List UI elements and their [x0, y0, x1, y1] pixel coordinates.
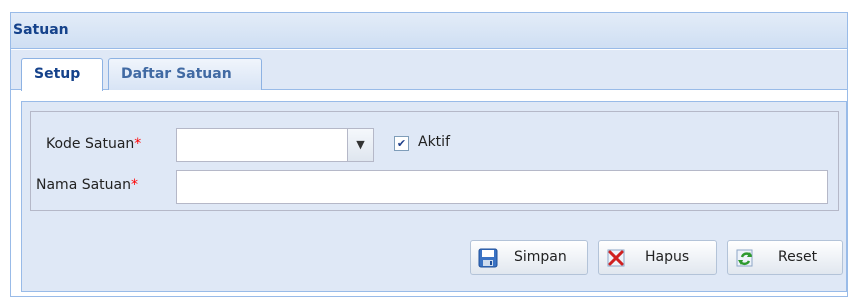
nama-satuan-label: Nama Satuan*	[36, 177, 138, 193]
kode-satuan-label-text: Kode Satuan	[46, 136, 135, 152]
satuan-panel: Satuan Setup Daftar Satuan Kode Satuan* …	[10, 12, 848, 297]
aktif-label: Aktif	[418, 134, 450, 150]
reset-button-label: Reset	[778, 249, 818, 265]
reset-button[interactable]: Reset	[727, 240, 843, 275]
tab-bar: Setup Daftar Satuan	[11, 50, 847, 91]
simpan-button-label: Simpan	[514, 249, 567, 265]
kode-satuan-combo[interactable]: ▼	[176, 128, 374, 162]
tab-content: Kode Satuan* ▼ ✔ Aktif Nama Satuan* Simp…	[11, 91, 847, 296]
tab-daftar-satuan[interactable]: Daftar Satuan	[108, 58, 262, 90]
kode-satuan-label: Kode Satuan*	[46, 136, 141, 152]
simpan-button[interactable]: Simpan	[470, 240, 588, 275]
delete-icon	[607, 249, 625, 267]
form-container: Kode Satuan* ▼ ✔ Aktif Nama Satuan* Simp…	[21, 101, 847, 292]
nama-satuan-label-text: Nama Satuan	[36, 177, 131, 193]
form-fieldset: Kode Satuan* ▼ ✔ Aktif Nama Satuan*	[30, 111, 839, 211]
nama-satuan-input[interactable]	[176, 170, 828, 204]
aktif-checkbox[interactable]: ✔	[394, 136, 409, 151]
tab-setup[interactable]: Setup	[21, 58, 103, 91]
required-marker: *	[134, 136, 142, 152]
chevron-down-icon[interactable]: ▼	[347, 129, 373, 161]
panel-title: Satuan	[11, 13, 847, 49]
hapus-button-label: Hapus	[645, 249, 690, 265]
check-icon: ✔	[396, 137, 407, 150]
refresh-icon	[736, 249, 753, 267]
required-marker: *	[131, 177, 138, 193]
hapus-button[interactable]: Hapus	[598, 240, 717, 275]
save-icon	[478, 248, 498, 268]
